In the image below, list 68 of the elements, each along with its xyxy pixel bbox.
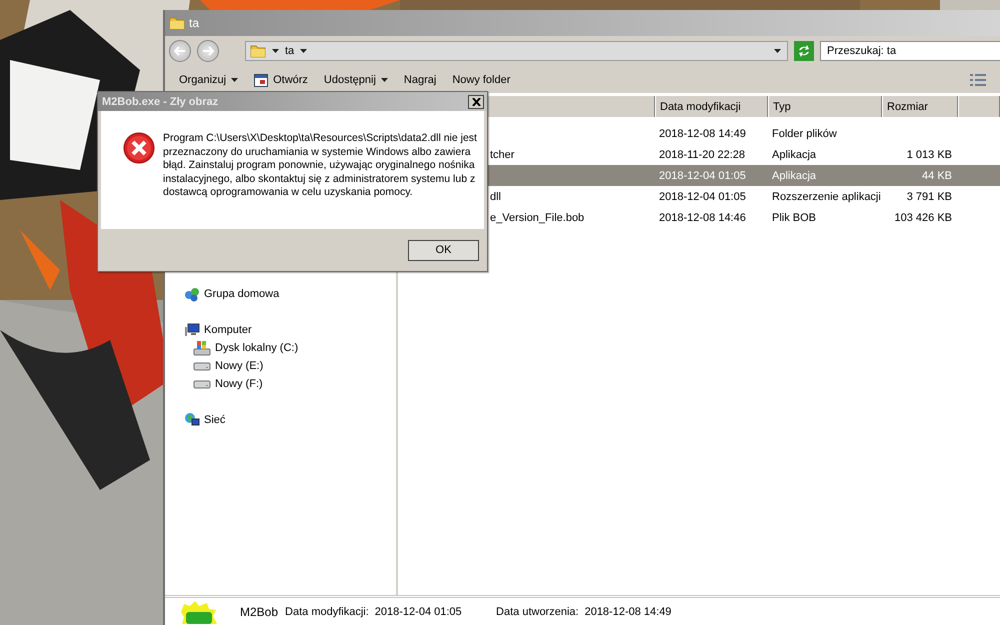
folder-icon bbox=[250, 43, 266, 59]
toolbar-button[interactable]: Udostępnij bbox=[316, 72, 396, 88]
drive-icon bbox=[193, 378, 211, 390]
folder-icon bbox=[169, 15, 185, 31]
window-title: ta bbox=[189, 16, 200, 30]
file-name: dll bbox=[490, 190, 502, 202]
address-bar[interactable]: ta bbox=[245, 41, 788, 61]
nav-item[interactable]: Grupa domowa bbox=[165, 285, 396, 303]
caret-icon bbox=[231, 78, 238, 82]
close-button[interactable] bbox=[468, 94, 484, 108]
back-button[interactable] bbox=[169, 40, 191, 62]
file-name: e_Version_File.bob bbox=[490, 212, 584, 224]
nav-item[interactable]: Nowy (E:) bbox=[165, 357, 396, 375]
type-cell: Aplikacja bbox=[772, 170, 816, 182]
field-value: 2018-12-08 14:49 bbox=[584, 606, 672, 618]
back-arrow-icon bbox=[174, 46, 186, 56]
type-cell: Folder plików bbox=[772, 128, 837, 140]
nav-item[interactable]: Dysk lokalny (C:) bbox=[165, 339, 396, 357]
date-cell: 2018-12-08 14:46 bbox=[659, 212, 746, 224]
field-label: Data modyfikacji: bbox=[285, 606, 369, 618]
type-cell: Rozszerzenie aplikacji bbox=[772, 190, 881, 202]
type-cell: Aplikacja bbox=[772, 148, 816, 160]
search-field[interactable]: Przeszukaj: ta bbox=[820, 41, 1000, 61]
field-value: 2018-12-04 01:05 bbox=[374, 606, 462, 618]
file-name: tcher bbox=[490, 148, 514, 160]
column-header[interactable]: Data modyfikacji bbox=[655, 96, 768, 117]
application-icon bbox=[180, 600, 218, 624]
address-path[interactable]: ta bbox=[285, 45, 294, 57]
list-view-icon bbox=[970, 72, 986, 86]
network-icon bbox=[184, 412, 200, 428]
forward-button[interactable] bbox=[197, 40, 219, 62]
caret-icon bbox=[774, 49, 781, 53]
computer-icon bbox=[184, 322, 200, 338]
homegroup-icon bbox=[184, 286, 200, 302]
column-header[interactable]: Rozmiar bbox=[882, 96, 958, 117]
size-cell: 103 426 KB bbox=[894, 212, 952, 224]
column-header[interactable]: Typ bbox=[768, 96, 882, 117]
size-cell: 1 013 KB bbox=[906, 148, 952, 160]
caret-icon bbox=[272, 49, 279, 53]
error-icon bbox=[123, 132, 155, 164]
column-header bbox=[958, 96, 1000, 117]
date-cell: 2018-12-04 01:05 bbox=[659, 190, 746, 202]
file-name: M2Bob bbox=[240, 604, 278, 618]
dialog-title: M2Bob.exe - Zły obraz bbox=[102, 96, 220, 108]
caret-icon bbox=[380, 78, 388, 82]
drive-icon bbox=[193, 340, 211, 356]
close-icon bbox=[472, 98, 480, 106]
toolbar-button[interactable]: Organizuj bbox=[171, 72, 246, 88]
refresh-button[interactable] bbox=[794, 41, 814, 61]
ok-button[interactable]: OK bbox=[408, 240, 479, 260]
drive-icon bbox=[193, 360, 211, 372]
nav-item[interactable]: Sieć bbox=[165, 411, 396, 429]
size-cell: 3 791 KB bbox=[906, 190, 952, 202]
toolbar-button[interactable]: Nagraj bbox=[396, 72, 444, 88]
date-cell: 2018-11-20 22:28 bbox=[659, 148, 746, 160]
open-icon bbox=[254, 72, 268, 86]
nav-item[interactable]: Komputer bbox=[165, 321, 396, 339]
date-cell: 2018-12-04 01:05 bbox=[659, 170, 746, 182]
field-label: Data utworzenia: bbox=[496, 606, 579, 618]
toolbar-button[interactable]: Otwórz bbox=[246, 70, 316, 88]
nav-item[interactable]: Nowy (F:) bbox=[165, 375, 396, 393]
toolbar-button[interactable]: Nowy folder bbox=[444, 72, 518, 88]
forward-arrow-icon bbox=[202, 46, 214, 56]
type-cell: Plik BOB bbox=[772, 212, 816, 224]
caret-icon bbox=[300, 49, 308, 53]
size-cell: 44 KB bbox=[922, 170, 952, 182]
refresh-icon bbox=[797, 45, 811, 57]
date-cell: 2018-12-08 14:49 bbox=[659, 128, 746, 140]
